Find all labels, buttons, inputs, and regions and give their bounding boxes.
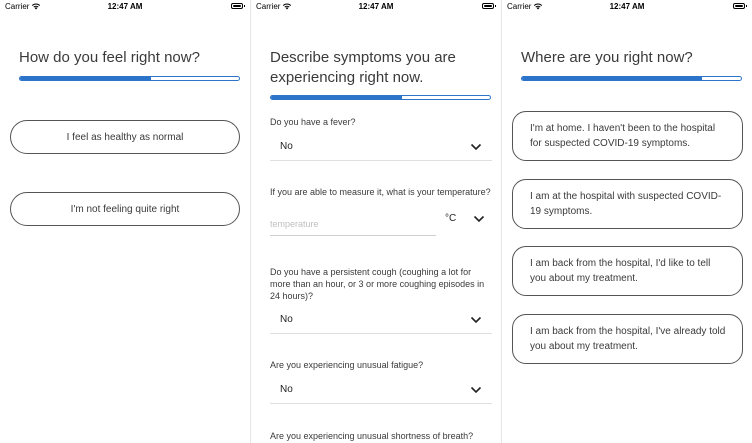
option-back-already-told-button[interactable]: I am back from the hospital, I've alread… [512, 314, 743, 364]
chevron-down-icon [470, 143, 482, 151]
chevron-down-icon [470, 386, 482, 394]
option-at-hospital-button[interactable]: I am at the hospital with suspected COVI… [512, 179, 743, 229]
battery-icon [733, 3, 747, 9]
fever-question: Do you have a fever? [270, 117, 356, 127]
option-back-tell-treatment-button[interactable]: I am back from the hospital, I'd like to… [512, 246, 743, 296]
battery-icon [231, 3, 245, 9]
progress-bar [270, 95, 491, 100]
fever-value: No [280, 141, 293, 152]
symptoms-screen: Carrier 12:47 AM Describe symptoms you a… [251, 0, 501, 443]
fatigue-question: Are you experiencing unusual fatigue? [270, 360, 424, 370]
temperature-question: If you are able to measure it, what is y… [270, 187, 491, 197]
chevron-down-icon[interactable] [473, 215, 485, 223]
clock: 12:47 AM [358, 2, 394, 11]
breath-question: Are you experiencing unusual shortness o… [270, 431, 474, 441]
clock: 12:47 AM [107, 2, 143, 11]
fever-select[interactable]: No [270, 135, 492, 161]
status-bar: Carrier 12:47 AM [251, 0, 501, 14]
progress-bar [19, 76, 240, 81]
option-not-well-button[interactable]: I'm not feeling quite right [10, 192, 240, 226]
clock: 12:47 AM [609, 2, 645, 11]
progress-fill [522, 77, 702, 80]
chevron-down-icon [470, 316, 482, 324]
temperature-unit[interactable]: °C [445, 213, 456, 224]
fatigue-value: No [280, 384, 293, 395]
cough-question: Do you have a persistent cough (coughing… [270, 267, 485, 301]
location-screen: Carrier 12:47 AM Where are you right now… [502, 0, 752, 443]
option-healthy-button[interactable]: I feel as healthy as normal [10, 120, 240, 154]
feeling-screen: Carrier 12:47 AM How do you feel right n… [0, 0, 250, 443]
cough-value: No [280, 314, 293, 325]
status-bar: Carrier 12:47 AM [502, 0, 752, 14]
progress-bar [521, 76, 742, 81]
status-bar: Carrier 12:47 AM [0, 0, 250, 14]
page-title: Describe symptoms you are experiencing r… [270, 49, 456, 86]
page-title: How do you feel right now? [19, 49, 200, 66]
page-title: Where are you right now? [521, 49, 693, 66]
cough-select[interactable]: No [270, 308, 492, 334]
option-at-home-button[interactable]: I'm at home. I haven't been to the hospi… [512, 111, 743, 161]
battery-icon [482, 3, 496, 9]
temperature-input[interactable]: temperature [270, 214, 436, 236]
progress-fill [271, 96, 403, 99]
progress-fill [20, 77, 152, 80]
fatigue-select[interactable]: No [270, 378, 492, 404]
